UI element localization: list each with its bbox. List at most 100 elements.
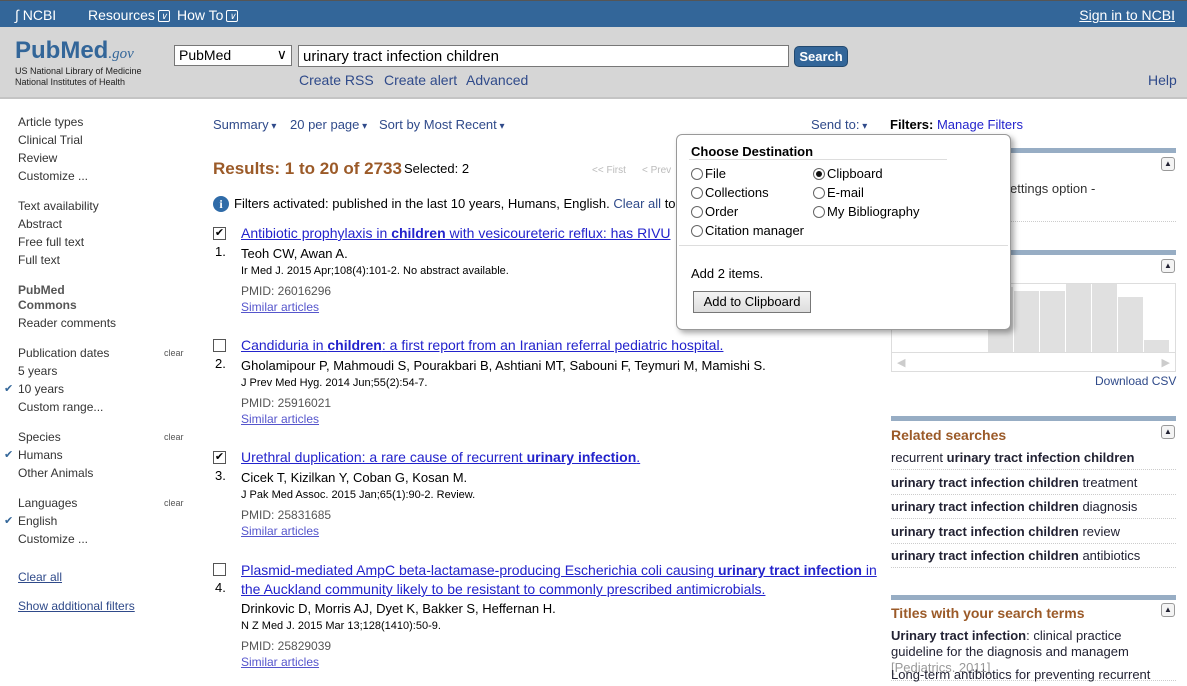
per-page-menu[interactable]: 20 per page	[290, 117, 367, 132]
result-title-link[interactable]: Urethral duplication: a rare cause of re…	[241, 449, 640, 465]
titles-search-terms-title: Titles with your search terms	[891, 605, 1085, 621]
filter-item[interactable]: Abstract	[18, 217, 62, 231]
destination-order-radio[interactable]: Order	[691, 204, 738, 219]
filter-item[interactable]: Full text	[18, 253, 60, 267]
destination-clipboard-radio[interactable]: Clipboard	[813, 166, 883, 181]
resources-menu[interactable]: Resources ∨	[88, 7, 170, 23]
result-number: 3.	[215, 468, 226, 483]
summary-format-menu[interactable]: Summary	[213, 117, 276, 132]
clear-all-filters-link[interactable]: Clear all	[613, 196, 661, 211]
destination-collections-radio[interactable]: Collections	[691, 185, 769, 200]
destination-e-mail-radio[interactable]: E-mail	[813, 185, 864, 200]
option-label: Collections	[705, 185, 769, 200]
first-page-link[interactable]: << First	[592, 165, 626, 176]
scroll-right-icon[interactable]: ▶	[1162, 356, 1170, 369]
advanced-link[interactable]: Advanced	[466, 72, 528, 88]
result-title-link[interactable]: Candiduria in children: a first report f…	[241, 337, 723, 353]
filter-item[interactable]: Reader comments	[18, 316, 116, 330]
ncbi-topbar: ∫ NCBI Resources ∨ How To ∨ Sign in to NCB…	[0, 0, 1187, 27]
divider	[679, 245, 1008, 246]
manage-filters-link[interactable]: Manage Filters	[937, 117, 1023, 132]
result-citation: N Z Med J. 2015 Mar 13;128(1410):50-9.	[241, 620, 441, 632]
histogram-bar	[1092, 284, 1117, 353]
destination-citation-manager-radio[interactable]: Citation manager	[691, 223, 804, 238]
result-citation: Ir Med J. 2015 Apr;108(4):101-2. No abst…	[241, 265, 509, 277]
sort-menu[interactable]: Sort by Most Recent	[379, 117, 505, 132]
search-button[interactable]: Search	[794, 46, 848, 67]
histogram-bar	[1066, 284, 1091, 353]
result-title-link[interactable]: Plasmid-mediated AmpC beta-lactamase-pro…	[241, 561, 881, 599]
similar-articles-link[interactable]: Similar articles	[241, 300, 319, 314]
filter-item[interactable]: Other Animals	[18, 466, 93, 480]
result-checkbox[interactable]	[213, 563, 226, 576]
create-rss-link[interactable]: Create RSS	[299, 72, 374, 88]
similar-articles-link[interactable]: Similar articles	[241, 412, 319, 426]
related-search-link[interactable]: urinary tract infection children treatme…	[891, 475, 1176, 495]
title-part: Candiduria in	[241, 337, 328, 353]
add-count: Add 2 items.	[691, 266, 764, 281]
filter-item[interactable]: Customize ...	[18, 532, 88, 546]
database-select[interactable]: PubMed ∨	[174, 45, 292, 66]
chart-scrollbar[interactable]: ◀ ▶	[891, 352, 1176, 372]
similar-articles-link[interactable]: Similar articles	[241, 655, 319, 669]
send-to-menu[interactable]: Send to:	[811, 117, 867, 132]
create-alert-link[interactable]: Create alert	[384, 72, 457, 88]
filter-item[interactable]: English	[18, 514, 57, 528]
filter-item[interactable]: Clinical Trial	[18, 133, 83, 147]
result-checkbox[interactable]: ✔	[213, 227, 226, 240]
destination-my-bibliography-radio[interactable]: My Bibliography	[813, 204, 920, 219]
option-label: Order	[705, 204, 739, 219]
collapse-icon[interactable]: ▲	[1161, 603, 1175, 617]
sign-in-link[interactable]: Sign in to NCBI	[1079, 7, 1175, 23]
related-search-link[interactable]: recurrent urinary tract infection childr…	[891, 450, 1176, 470]
collapse-icon[interactable]: ▲	[1161, 425, 1175, 439]
result-checkbox[interactable]	[213, 339, 226, 352]
add-to-clipboard-button[interactable]: Add to Clipboard	[693, 291, 811, 313]
filter-item[interactable]: Free full text	[18, 235, 84, 249]
filter-item[interactable]: Customize ...	[18, 169, 88, 183]
filter-item[interactable]: 5 years	[18, 364, 57, 378]
result-number: 1.	[215, 244, 226, 259]
prev-page-link[interactable]: < Prev	[642, 165, 671, 176]
radio-icon	[813, 168, 825, 180]
title-part: : a first report from an Iranian referra…	[381, 337, 724, 353]
destination-file-radio[interactable]: File	[691, 166, 726, 181]
pubmed-logo[interactable]: PubMed.gov	[15, 37, 134, 65]
title-part: .	[636, 449, 641, 465]
filter-item[interactable]: Custom range...	[18, 400, 103, 414]
collapse-icon[interactable]: ▲	[1161, 259, 1175, 273]
result-citation: J Prev Med Hyg. 2014 Jun;55(2):54-7.	[241, 377, 428, 389]
download-csv-link[interactable]: Download CSV	[1095, 374, 1176, 388]
option-label: My Bibliography	[827, 204, 920, 219]
related-search-link[interactable]: urinary tract infection children antibio…	[891, 548, 1176, 568]
search-input[interactable]	[298, 45, 789, 67]
related-search-link[interactable]: urinary tract infection children diagnos…	[891, 499, 1176, 519]
result-title-link[interactable]: Antibiotic prophylaxis in children with …	[241, 225, 671, 241]
clear-filter-link[interactable]: clear	[164, 498, 184, 508]
clear-all-link[interactable]: Clear all	[18, 570, 62, 584]
show-additional-filters-link[interactable]: Show additional filters	[18, 599, 135, 613]
histogram-bar	[1014, 291, 1039, 353]
filter-item[interactable]: Review	[18, 151, 57, 165]
title-part: urinary tract infection	[718, 562, 862, 578]
similar-articles-link[interactable]: Similar articles	[241, 524, 319, 538]
related-part: review	[1078, 523, 1121, 539]
filter-item[interactable]: Humans	[18, 448, 63, 462]
help-link[interactable]: Help	[1148, 72, 1177, 88]
related-search-link[interactable]: urinary tract infection children review	[891, 524, 1176, 544]
related-part: treatment	[1078, 474, 1138, 490]
ncbi-logo[interactable]: ∫ NCBI	[15, 7, 56, 23]
title-link[interactable]: Long-term antibiotics for preventing rec…	[891, 667, 1176, 686]
related-part: diagnosis	[1078, 499, 1138, 514]
collapse-icon[interactable]: ▲	[1161, 157, 1175, 171]
clear-filter-link[interactable]: clear	[164, 432, 184, 442]
result-pmid: PMID: 25831685	[241, 508, 332, 522]
result-checkbox[interactable]: ✔	[213, 451, 226, 464]
filter-item[interactable]: 10 years	[18, 382, 64, 396]
title-part: Antibiotic prophylaxis in	[241, 225, 392, 241]
clear-filter-link[interactable]: clear	[164, 348, 184, 358]
option-label: Citation manager	[705, 223, 804, 238]
scroll-left-icon[interactable]: ◀	[897, 356, 905, 369]
howto-menu[interactable]: How To ∨	[177, 7, 239, 23]
filter-group-title: Publication dates	[18, 346, 110, 360]
